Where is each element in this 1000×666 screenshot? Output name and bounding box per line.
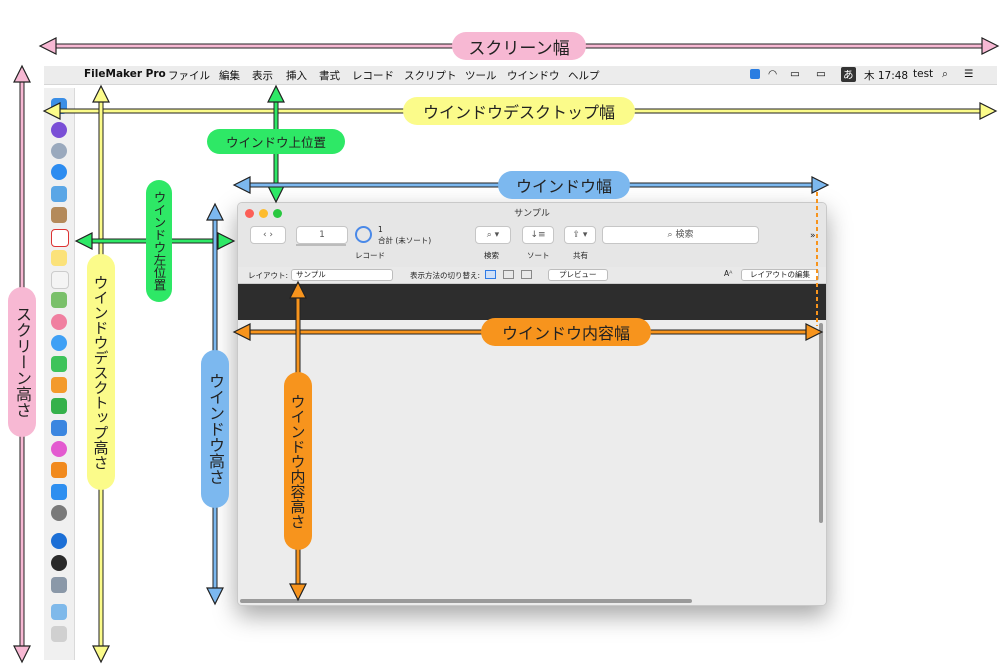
- window-desktop-height-label: ウインドウデスクトップ高さ: [87, 254, 115, 490]
- window-height-label: ウインドウ高さ: [201, 350, 229, 508]
- window-content-width-label: ウインドウ内容幅: [481, 318, 651, 346]
- window-content-height-label: ウインドウ内容高さ: [284, 372, 312, 550]
- window-desktop-width-label: ウインドウデスクトップ幅: [403, 97, 635, 125]
- screen-height-label: スクリーン高さ: [8, 287, 36, 437]
- screen-width-label: スクリーン幅: [452, 32, 586, 60]
- window-left-label: ウインドウ左位置: [146, 180, 172, 302]
- window-width-label: ウインドウ幅: [498, 171, 630, 199]
- window-top-label: ウインドウ上位置: [207, 129, 345, 154]
